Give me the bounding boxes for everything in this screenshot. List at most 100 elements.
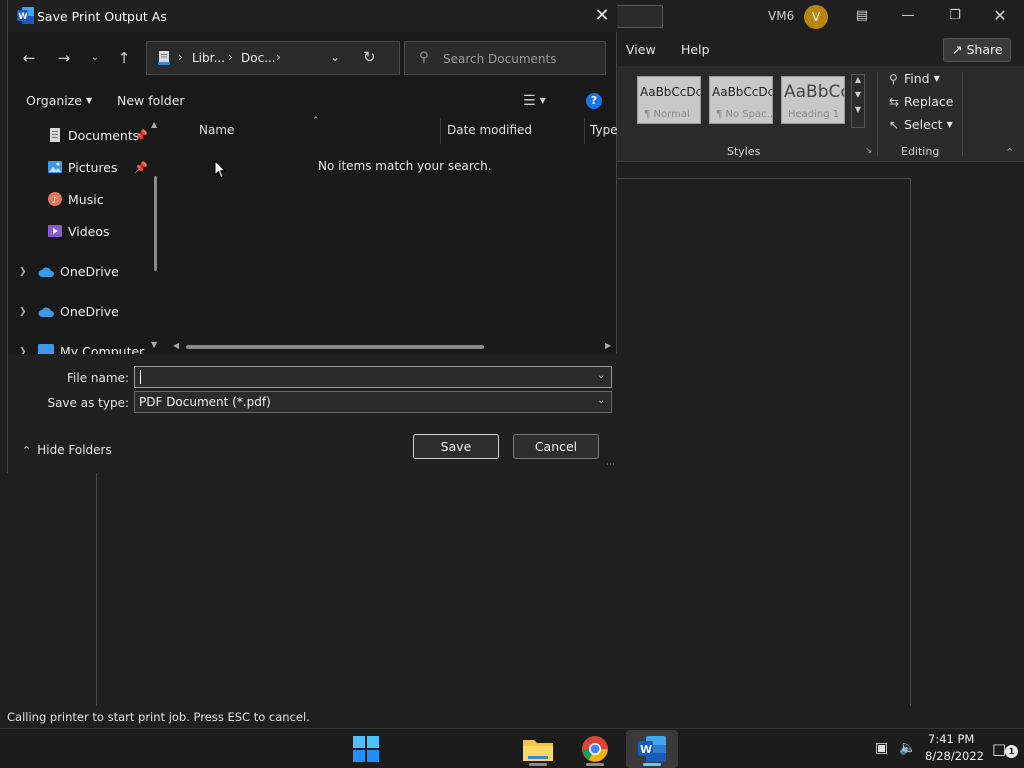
tab-view[interactable]: View — [626, 42, 656, 57]
nav-item-pictures[interactable]: Pictures — [68, 160, 118, 175]
recent-locations-chevron-icon[interactable]: ⌄ — [84, 47, 106, 69]
style-no-spacing[interactable]: AaBbCcDc ¶ No Spac... — [709, 76, 773, 124]
select-button[interactable]: ↖ Select ▼ — [889, 117, 953, 132]
up-arrow-icon[interactable]: ↑ — [113, 47, 135, 69]
save-as-type-select[interactable]: PDF Document (*.pdf) ⌄ — [134, 391, 612, 413]
minimize-icon[interactable]: — — [896, 6, 920, 26]
scroll-left-icon[interactable]: ◀ — [173, 341, 179, 350]
scroll-down-icon[interactable]: ▼ — [151, 340, 157, 349]
search-box[interactable]: ⚲ — [404, 41, 606, 75]
taskbar-word[interactable]: W — [626, 730, 678, 768]
forward-arrow-icon[interactable]: → — [53, 47, 75, 69]
scroll-up-icon[interactable]: ▲ — [151, 120, 157, 129]
navigation-pane: Documents 📌 Pictures 📌 ♪ Music Videos ❯ … — [8, 116, 166, 354]
breadcrumb-separator[interactable]: › — [276, 50, 281, 64]
clock-time[interactable]: 7:41 PM — [928, 732, 974, 746]
expand-chevron-icon[interactable]: ❯ — [19, 347, 27, 354]
notification-badge: 1 — [1005, 745, 1018, 758]
address-dropdown-chevron-icon[interactable]: ⌄ — [330, 50, 340, 64]
dialog-title: Save Print Output As — [37, 9, 167, 24]
start-button[interactable] — [340, 730, 392, 768]
clock-date[interactable]: 8/28/2022 — [925, 749, 984, 763]
chevron-down-icon[interactable]: ▼ — [852, 90, 864, 99]
nav-item-onedrive-2[interactable]: OneDrive — [60, 304, 119, 319]
column-header-name[interactable]: Name — [199, 123, 234, 137]
expand-chevron-icon[interactable]: ❯ — [19, 307, 27, 317]
onedrive-icon — [38, 307, 54, 317]
nav-item-my-computer[interactable]: My Computer — [60, 344, 144, 354]
style-name: ¶ Normal — [644, 109, 690, 120]
column-header-date-modified[interactable]: Date modified — [447, 123, 532, 137]
refresh-icon[interactable]: ↻ — [363, 48, 376, 66]
style-normal[interactable]: AaBbCcDc ¶ Normal — [637, 76, 701, 124]
chrome-icon — [582, 736, 608, 762]
share-button[interactable]: ↗ Share — [943, 38, 1011, 62]
cancel-button[interactable]: Cancel — [513, 434, 599, 459]
dialog-titlebar[interactable]: W Save Print Output As ✕ — [8, 0, 617, 32]
taskbar-chrome[interactable] — [569, 730, 621, 768]
word-search-box[interactable] — [617, 5, 663, 28]
styles-gallery-scroll[interactable]: ▲ ▼ ▼ — [851, 74, 865, 128]
pin-icon[interactable]: 📌 — [134, 161, 148, 174]
hide-folders-button[interactable]: ⌃ Hide Folders — [22, 443, 112, 457]
file-name-input[interactable] — [139, 369, 579, 385]
chevron-up-icon[interactable]: ▲ — [852, 75, 864, 84]
breadcrumb-documents[interactable]: Doc... — [241, 51, 276, 65]
scroll-right-icon[interactable]: ▶ — [605, 341, 611, 350]
chevron-down-icon[interactable]: ⌄ — [597, 370, 605, 381]
column-header-type[interactable]: Type — [590, 123, 618, 137]
file-name-field[interactable]: ⌄ — [134, 366, 612, 388]
find-button[interactable]: ⚲ Find ▼ — [889, 71, 940, 86]
style-heading-1[interactable]: AaBbCc Heading 1 — [781, 76, 845, 124]
search-input[interactable] — [443, 49, 598, 69]
column-divider[interactable] — [584, 118, 585, 144]
help-icon[interactable]: ? — [586, 93, 602, 109]
command-bar: Organize ▼ New folder ☰ ▼ ? — [8, 86, 617, 116]
taskbar-file-explorer[interactable] — [512, 730, 564, 768]
address-bar[interactable]: › Libr... › Doc... › ⌄ ↻ — [146, 41, 400, 75]
breadcrumb-separator[interactable]: › — [228, 50, 233, 64]
app-indicator — [529, 763, 547, 766]
nav-item-documents[interactable]: Documents — [68, 128, 139, 143]
view-options-icon[interactable]: ☰ ▼ — [523, 93, 546, 109]
chevron-down-icon[interactable]: ⌄ — [597, 395, 605, 406]
mouse-pointer-icon — [214, 160, 226, 179]
window-close-icon[interactable]: ✕ — [988, 6, 1012, 26]
back-arrow-icon[interactable]: ← — [18, 47, 40, 69]
chevron-down-icon: ▼ — [933, 74, 940, 83]
resize-grip-icon[interactable]: ⋯ — [606, 460, 615, 470]
notification-icon[interactable]: □ — [992, 740, 1006, 758]
collapse-ribbon-icon[interactable]: ⌃ — [1005, 146, 1014, 159]
music-icon: ♪ — [48, 192, 62, 206]
nav-scrollbar-thumb[interactable] — [154, 176, 157, 271]
display-icon[interactable]: ▣ — [875, 740, 888, 756]
column-divider[interactable] — [440, 118, 441, 144]
save-button[interactable]: Save — [413, 434, 499, 459]
restore-icon[interactable]: ❐ — [943, 6, 967, 26]
replace-button[interactable]: ⇆ Replace — [889, 94, 953, 109]
more-icon[interactable]: ▼ — [852, 105, 864, 114]
breadcrumb-libraries[interactable]: Libr... — [192, 51, 225, 65]
folder-icon — [523, 740, 553, 761]
new-folder-button[interactable]: New folder — [117, 93, 185, 108]
volume-icon[interactable]: 🔈 — [899, 740, 916, 756]
avatar[interactable]: V — [804, 5, 828, 29]
organize-button[interactable]: Organize ▼ — [26, 93, 92, 108]
account-name[interactable]: VM6 — [768, 9, 794, 23]
ribbon-display-icon[interactable]: ▤ — [850, 6, 874, 26]
search-icon: ⚲ — [889, 72, 898, 86]
nav-item-onedrive[interactable]: OneDrive — [60, 264, 119, 279]
nav-item-music[interactable]: Music — [68, 192, 104, 207]
dialog-launcher-icon[interactable]: ↘ — [865, 146, 873, 156]
pointer-icon: ↖ — [889, 118, 900, 132]
nav-item-videos[interactable]: Videos — [68, 224, 110, 239]
breadcrumb-separator[interactable]: › — [178, 50, 183, 64]
chevron-down-icon: ▼ — [539, 96, 546, 105]
group-divider — [877, 72, 878, 156]
pin-icon[interactable]: 📌 — [134, 129, 148, 142]
close-icon[interactable]: ✕ — [590, 4, 614, 28]
find-label: Find — [904, 71, 930, 86]
tab-help[interactable]: Help — [681, 42, 710, 57]
expand-chevron-icon[interactable]: ❯ — [19, 267, 27, 277]
horizontal-scrollbar-thumb[interactable] — [186, 345, 484, 349]
